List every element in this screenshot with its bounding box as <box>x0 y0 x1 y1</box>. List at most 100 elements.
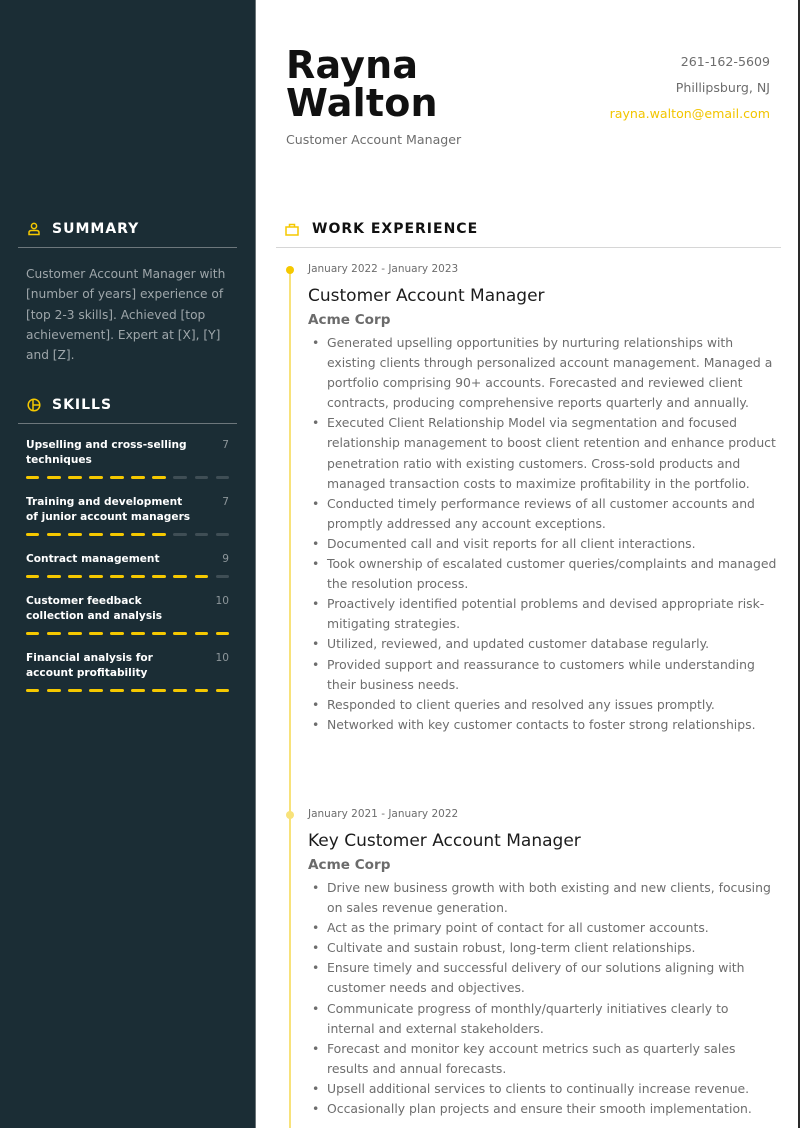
skill-score: 7 <box>222 496 229 508</box>
summary-title: SUMMARY <box>52 221 140 237</box>
job-company: Acme Corp <box>308 312 391 328</box>
skill-score: 10 <box>215 652 229 664</box>
rating-segment-filled <box>68 689 82 692</box>
rating-segment-filled <box>47 689 61 692</box>
skill-rating-bar <box>26 632 230 635</box>
job-bullet: Documented call and visit reports for al… <box>308 534 778 554</box>
skill-row: Training and development of junior accou… <box>26 495 237 525</box>
skills-title: SKILLS <box>52 397 113 413</box>
summary-divider <box>18 247 237 248</box>
sidebar: SUMMARY Customer Account Manager with [n… <box>0 0 256 1128</box>
job-bullet: Communicate progress of monthly/quarterl… <box>308 999 778 1039</box>
work-experience-header: WORK EXPERIENCE <box>276 216 781 248</box>
rating-segment-empty <box>215 476 230 479</box>
rating-segment-filled <box>26 575 40 578</box>
rating-segment-filled <box>89 476 103 479</box>
rating-segment-filled <box>68 632 82 635</box>
skill-rating-bar <box>26 689 230 692</box>
skill-score: 10 <box>215 595 229 607</box>
skill-item: Training and development of junior accou… <box>26 495 237 536</box>
phone: 261-162-5609 <box>680 54 770 69</box>
rating-segment-filled <box>26 476 40 479</box>
rating-segment-empty <box>215 533 230 536</box>
job-bullet: Networked with key customer contacts to … <box>308 715 778 735</box>
candidate-name: Rayna Walton <box>286 46 438 122</box>
rating-segment-filled <box>110 476 124 479</box>
job-bullet: Conducted timely performance reviews of … <box>308 494 778 534</box>
job-bullet: Cultivate and sustain robust, long-term … <box>308 938 778 958</box>
rating-segment-empty <box>215 575 230 578</box>
rating-segment-empty <box>194 533 208 536</box>
job-title: Customer Account Manager <box>308 286 545 306</box>
skill-row: Upselling and cross-selling techniques 7 <box>26 438 237 468</box>
candidate-role: Customer Account Manager <box>286 132 462 147</box>
skill-name: Contract management <box>26 553 160 565</box>
rating-segment-filled <box>68 533 82 536</box>
job-dates: January 2022 - January 2023 <box>308 263 459 275</box>
rating-segment-filled <box>110 575 124 578</box>
rating-segment-filled <box>68 476 82 479</box>
job-bullet: Ensure timely and successful delivery of… <box>308 958 778 998</box>
resume-page: SUMMARY Customer Account Manager with [n… <box>0 0 800 1128</box>
skill-rating-bar <box>26 476 230 479</box>
rating-segment-filled <box>215 632 230 635</box>
skill-item: Upselling and cross-selling techniques 7 <box>26 438 237 479</box>
skill-row: Financial analysis for account profitabi… <box>26 651 237 681</box>
job-bullet: Responded to client queries and resolved… <box>308 695 778 715</box>
skill-row: Contract management 9 <box>26 552 237 567</box>
rating-segment-filled <box>152 689 166 692</box>
skill-name: Training and development of junior accou… <box>26 496 191 523</box>
job-bullet: Utilized, reviewed, and updated customer… <box>308 634 778 654</box>
user-icon <box>26 221 42 237</box>
skills-section: SKILLS Upselling and cross-selling techn… <box>18 392 237 708</box>
rating-segment-filled <box>173 632 187 635</box>
rating-segment-filled <box>26 533 40 536</box>
job-bullets: Drive new business growth with both exis… <box>308 878 778 1119</box>
job-title: Key Customer Account Manager <box>308 831 581 851</box>
rating-segment-filled <box>89 533 103 536</box>
rating-segment-filled <box>68 575 82 578</box>
work-experience-title: WORK EXPERIENCE <box>312 221 479 237</box>
job-bullet: Drive new business growth with both exis… <box>308 878 778 918</box>
rating-segment-filled <box>131 575 145 578</box>
rating-segment-filled <box>89 689 103 692</box>
rating-segment-filled <box>152 632 166 635</box>
rating-segment-filled <box>89 575 103 578</box>
rating-segment-filled <box>173 689 187 692</box>
rating-segment-filled <box>215 689 230 692</box>
skill-row: Customer feedback collection and analysi… <box>26 594 237 624</box>
main-content: Rayna Walton Customer Account Manager 26… <box>256 0 800 1128</box>
rating-segment-filled <box>152 533 166 536</box>
rating-segment-filled <box>131 689 145 692</box>
work-divider <box>276 247 781 248</box>
rating-segment-filled <box>110 689 124 692</box>
job-bullet: Forecast and monitor key account metrics… <box>308 1039 778 1079</box>
job-entry: January 2021 - January 2022 Key Customer… <box>286 807 778 1119</box>
timeline-dot <box>286 811 294 819</box>
rating-segment-filled <box>152 575 166 578</box>
skills-list: Upselling and cross-selling techniques 7… <box>18 438 237 692</box>
summary-header: SUMMARY <box>18 216 237 242</box>
skill-rating-bar <box>26 575 230 578</box>
rating-segment-filled <box>131 632 145 635</box>
rating-segment-filled <box>47 575 61 578</box>
timeline-dot <box>286 266 294 274</box>
job-company: Acme Corp <box>308 857 391 873</box>
email-link[interactable]: rayna.walton@email.com <box>610 101 770 127</box>
pie-chart-icon <box>26 397 42 413</box>
job-bullet: Executed Client Relationship Model via s… <box>308 413 778 493</box>
rating-segment-filled <box>194 575 208 578</box>
skill-item: Customer feedback collection and analysi… <box>26 594 237 635</box>
summary-section: SUMMARY Customer Account Manager with [n… <box>18 216 237 365</box>
skill-item: Financial analysis for account profitabi… <box>26 651 237 692</box>
rating-segment-filled <box>173 575 187 578</box>
job-bullet: Took ownership of escalated customer que… <box>308 554 778 594</box>
job-bullets: Generated upselling opportunities by nur… <box>308 333 778 735</box>
rating-segment-filled <box>194 689 208 692</box>
rating-segment-empty <box>194 476 208 479</box>
rating-segment-filled <box>131 533 145 536</box>
rating-segment-empty <box>173 476 187 479</box>
job-bullet: Occasionally plan projects and ensure th… <box>308 1099 778 1119</box>
skills-divider <box>18 423 237 424</box>
skill-score: 7 <box>222 439 229 451</box>
